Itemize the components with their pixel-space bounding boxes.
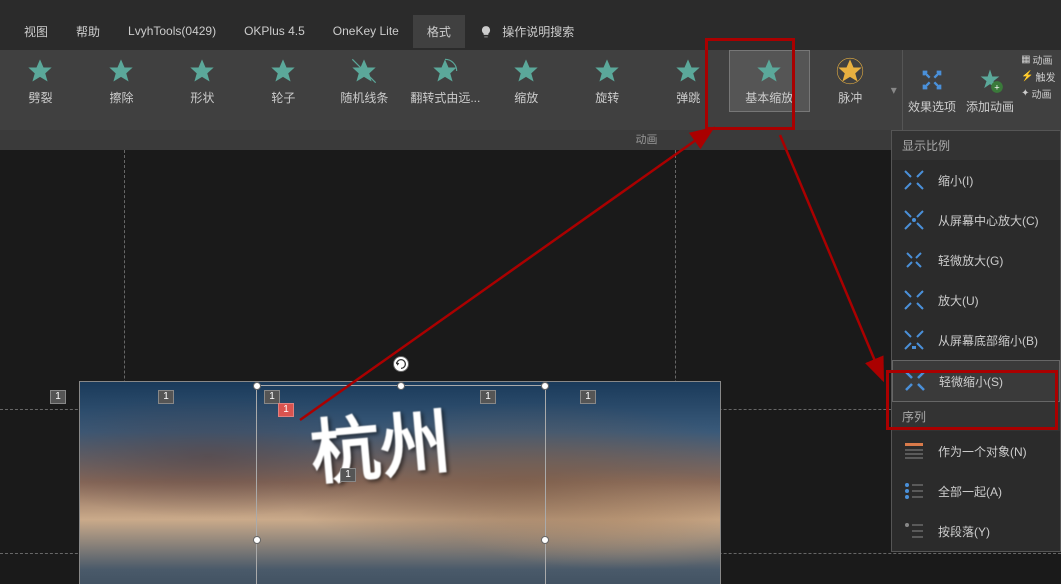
anim-order-badge[interactable]: 1 bbox=[50, 390, 66, 404]
add-animation-button[interactable]: + 添加动画 bbox=[961, 50, 1019, 130]
arrows-slight-in-icon bbox=[903, 369, 927, 393]
menu-format[interactable]: 格式 bbox=[413, 15, 465, 48]
dropdown-item-slight-zoom[interactable]: 轻微放大(G) bbox=[892, 240, 1060, 280]
anim-basic-zoom[interactable]: 基本缩放 bbox=[729, 50, 810, 112]
list-single-icon bbox=[902, 439, 926, 463]
list-para-icon bbox=[902, 519, 926, 543]
menu-onekey[interactable]: OneKey Lite bbox=[319, 16, 413, 46]
arrows-icon bbox=[918, 66, 946, 94]
dropdown-item-slight-shrink[interactable]: 轻微缩小(S) bbox=[892, 360, 1060, 402]
menu-view[interactable]: 视图 bbox=[10, 15, 62, 48]
anim-wipe[interactable]: 擦除 bbox=[81, 50, 162, 112]
anim-wheel[interactable]: 轮子 bbox=[243, 50, 324, 112]
dropdown-section-header: 序列 bbox=[892, 402, 1060, 431]
anim-zoom[interactable]: 缩放 bbox=[486, 50, 567, 112]
anim-order-badge[interactable]: 1 bbox=[340, 468, 356, 482]
anim-bounce[interactable]: 弹跳 bbox=[648, 50, 729, 112]
anim-swivel[interactable]: 旋转 bbox=[567, 50, 648, 112]
anim-pane-button[interactable]: ▦ 动画 bbox=[1021, 52, 1059, 67]
star-icon bbox=[755, 57, 783, 85]
anim-shape[interactable]: 形状 bbox=[162, 50, 243, 112]
trigger-button[interactable]: ⚡ 触发 bbox=[1021, 69, 1059, 84]
arrows-out-icon bbox=[902, 288, 926, 312]
dropdown-section-header: 显示比例 bbox=[892, 131, 1060, 160]
svg-text:+: + bbox=[994, 82, 999, 92]
star-icon bbox=[674, 57, 702, 85]
star-icon bbox=[593, 57, 621, 85]
star-icon bbox=[512, 57, 540, 85]
add-star-icon: + bbox=[976, 66, 1004, 94]
menu-help[interactable]: 帮助 bbox=[62, 15, 114, 48]
anim-order-badge[interactable]: 1 bbox=[158, 390, 174, 404]
list-all-icon bbox=[902, 479, 926, 503]
pane-icon: ▦ bbox=[1021, 54, 1030, 65]
dropdown-item-center-zoom[interactable]: 从屏幕中心放大(C) bbox=[892, 200, 1060, 240]
bolt-icon: ⚡ bbox=[1021, 71, 1033, 82]
anim-order-badge[interactable]: 1 bbox=[480, 390, 496, 404]
dropdown-item-zoom-out[interactable]: 放大(U) bbox=[892, 280, 1060, 320]
anim-painter-button[interactable]: ✦ 动画 bbox=[1021, 86, 1059, 101]
star-icon bbox=[107, 57, 135, 85]
animation-ribbon: 劈裂 擦除 形状 轮子 随机线条 翻转式由远... 缩放 旋转 弹跳 基本缩放 … bbox=[0, 50, 1061, 130]
anim-order-badge[interactable]: 1 bbox=[580, 390, 596, 404]
star-icon bbox=[350, 57, 378, 85]
arrows-slight-icon bbox=[902, 248, 926, 272]
dropdown-item-all-together[interactable]: 全部一起(A) bbox=[892, 471, 1060, 511]
slide-text: 杭州 bbox=[306, 386, 454, 499]
anim-order-badge[interactable]: 1 bbox=[264, 390, 280, 404]
lightbulb-icon bbox=[479, 25, 502, 39]
star-icon bbox=[269, 57, 297, 85]
effect-options-button[interactable]: 效果选项 bbox=[903, 50, 961, 130]
arrows-center-icon bbox=[902, 208, 926, 232]
brush-icon: ✦ bbox=[1021, 88, 1029, 99]
star-icon bbox=[188, 57, 216, 85]
extra-options: ▦ 动画 ⚡ 触发 ✦ 动画 bbox=[1019, 50, 1061, 130]
anim-grow-turn[interactable]: 翻转式由远... bbox=[405, 50, 486, 112]
anim-random-bars[interactable]: 随机线条 bbox=[324, 50, 405, 112]
anim-split[interactable]: 劈裂 bbox=[0, 50, 81, 112]
arrows-bottom-icon bbox=[902, 328, 926, 352]
menu-lvyh[interactable]: LvyhTools(0429) bbox=[114, 16, 230, 46]
anim-order-badge-active[interactable]: 1 bbox=[278, 403, 294, 417]
dropdown-item-shrink[interactable]: 缩小(I) bbox=[892, 160, 1060, 200]
menu-bar: 视图 帮助 LvyhTools(0429) OKPlus 4.5 OneKey … bbox=[0, 12, 1061, 50]
dropdown-item-bottom-shrink[interactable]: 从屏幕底部缩小(B) bbox=[892, 320, 1060, 360]
slide-content-image[interactable]: 杭州 bbox=[80, 382, 720, 584]
menu-tellme[interactable]: 操作说明搜索 bbox=[465, 15, 588, 48]
arrows-in-icon bbox=[902, 168, 926, 192]
dropdown-item-by-paragraph[interactable]: 按段落(Y) bbox=[892, 511, 1060, 551]
effect-options-dropdown: 显示比例 缩小(I) 从屏幕中心放大(C) 轻微放大(G) 放大(U) 从屏幕底… bbox=[891, 130, 1061, 552]
dropdown-item-as-object[interactable]: 作为一个对象(N) bbox=[892, 431, 1060, 471]
star-icon bbox=[431, 57, 459, 85]
rotate-handle[interactable] bbox=[393, 356, 409, 372]
gallery-expand-icon[interactable]: ▾ bbox=[891, 83, 902, 97]
menu-okplus[interactable]: OKPlus 4.5 bbox=[230, 16, 319, 46]
star-icon bbox=[26, 57, 54, 85]
star-icon bbox=[836, 57, 864, 85]
anim-pulse[interactable]: 脉冲 bbox=[810, 50, 891, 112]
